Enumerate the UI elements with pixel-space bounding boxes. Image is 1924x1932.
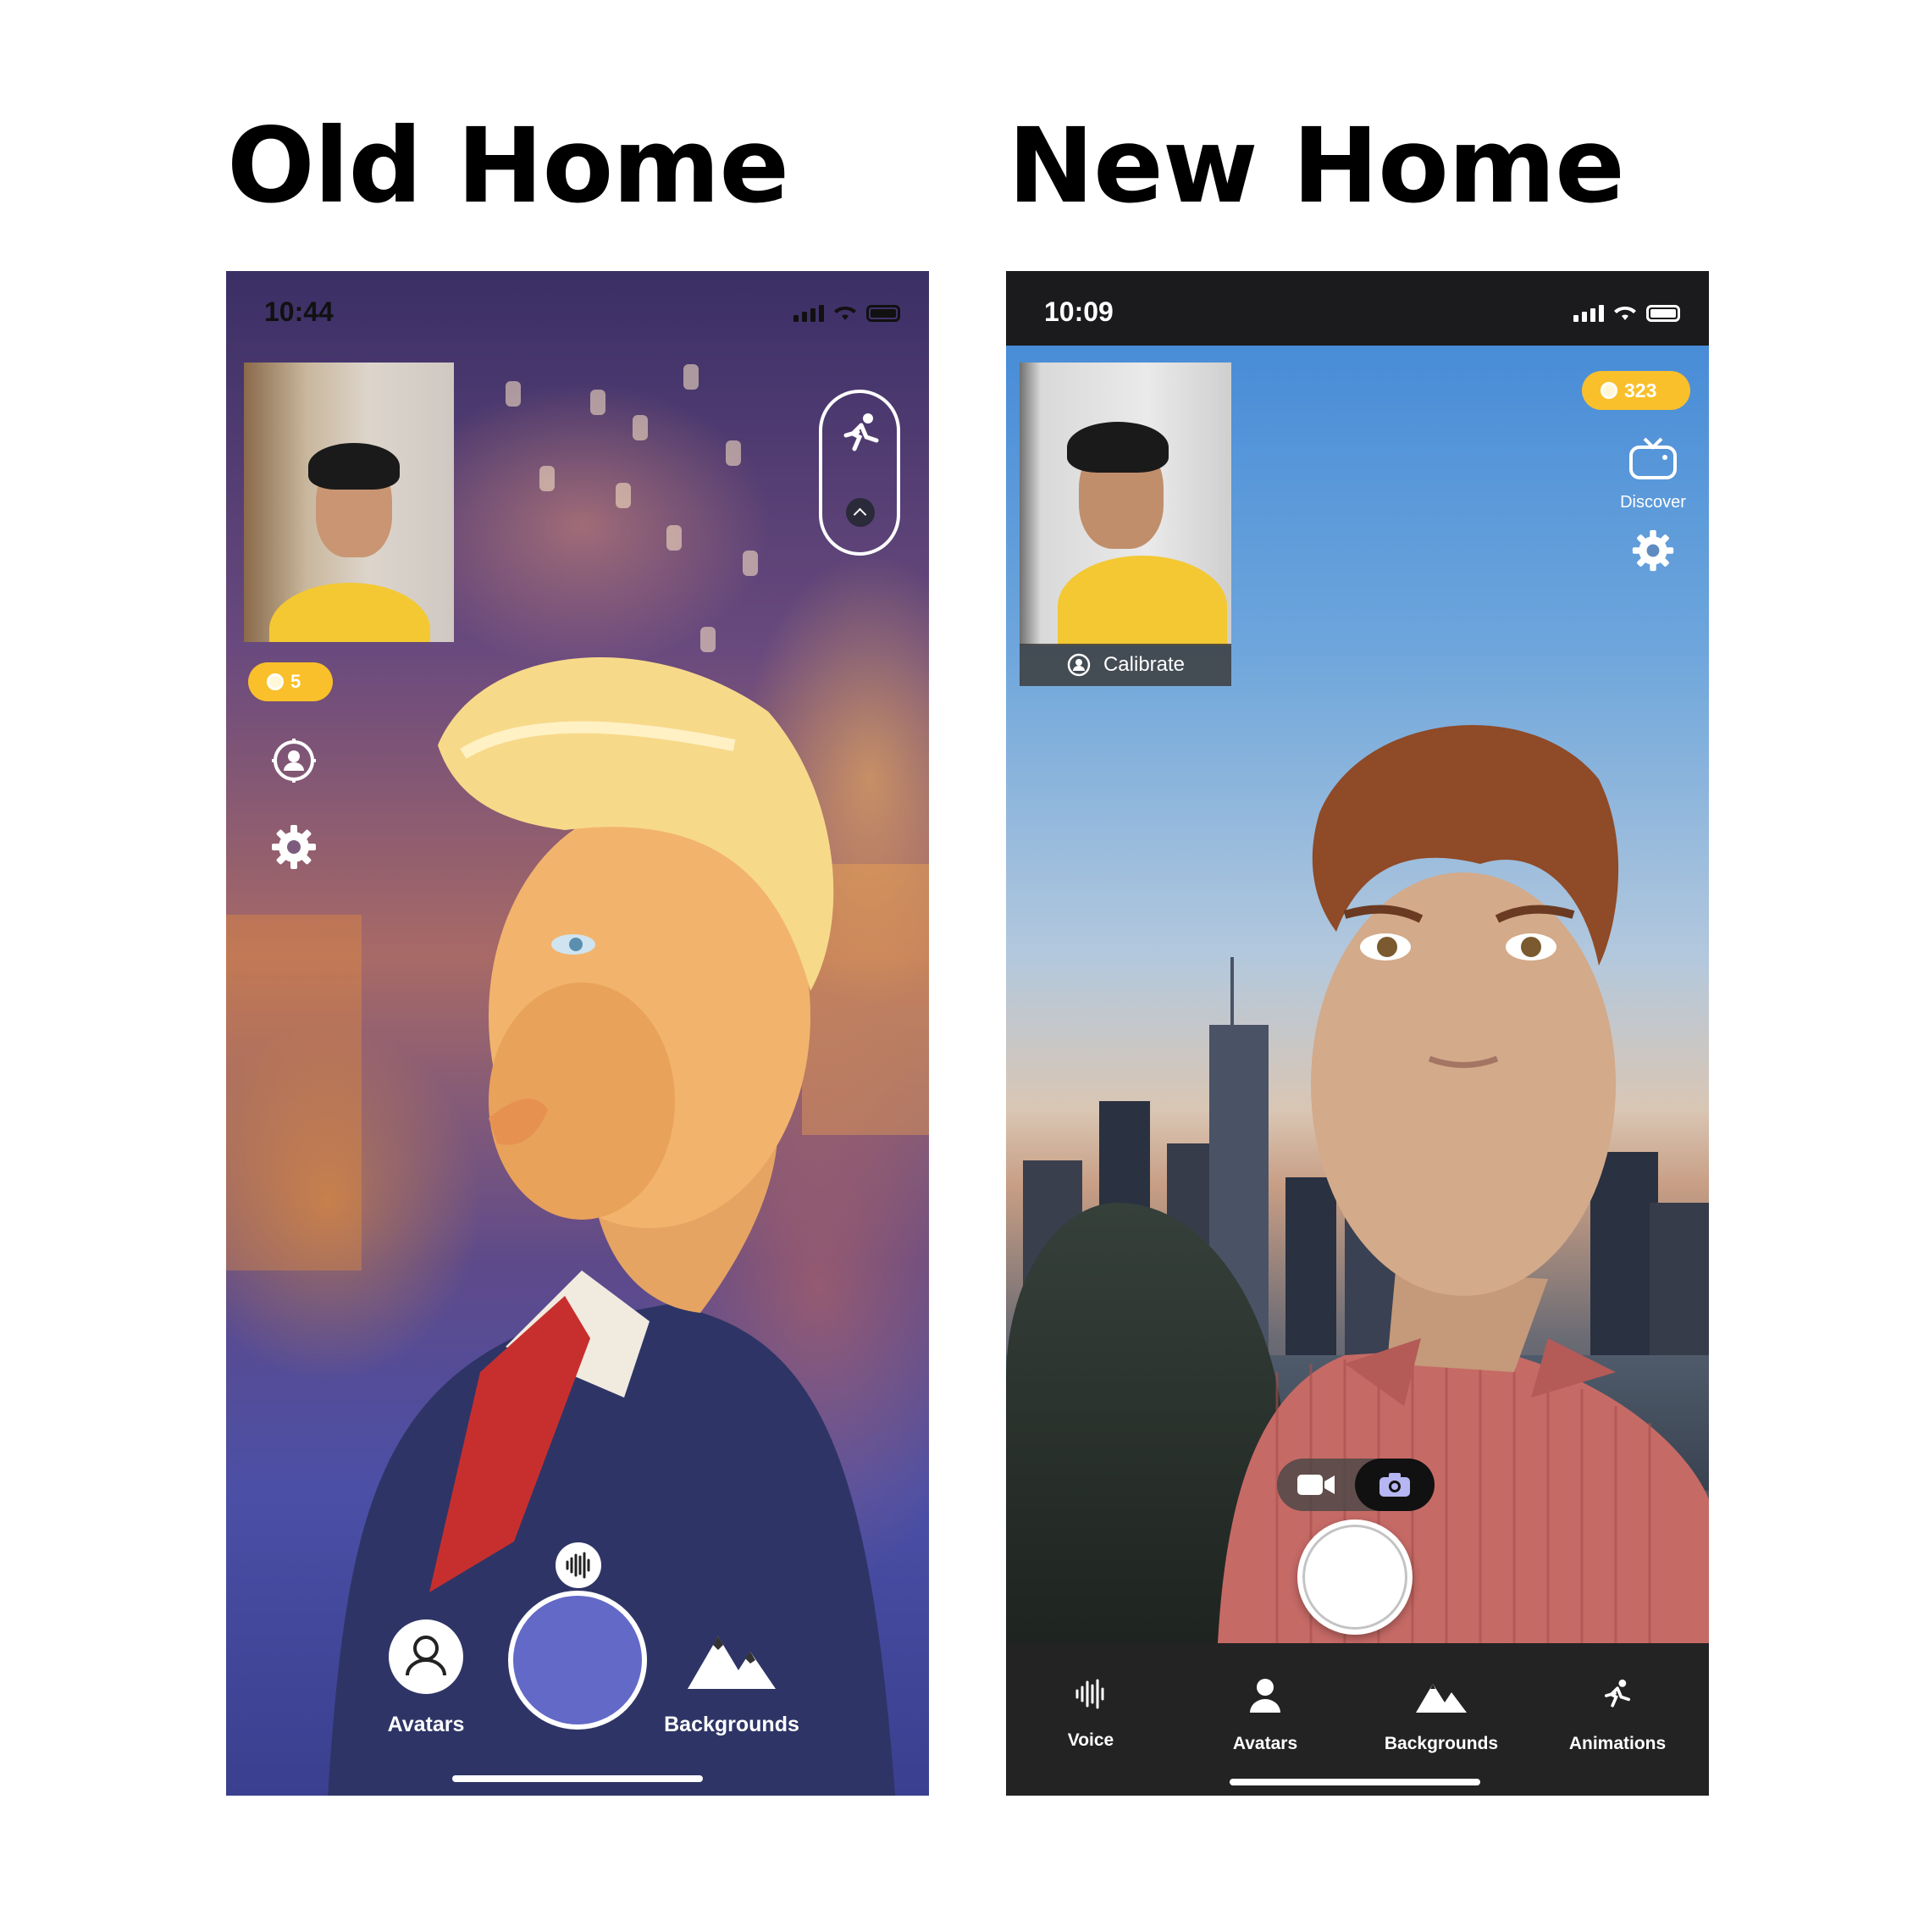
shutter-button[interactable]	[1297, 1520, 1413, 1635]
voice-waveform-icon	[1075, 1679, 1104, 1709]
capture-mode-toggle[interactable]	[1277, 1459, 1435, 1511]
new-home-heading: New Home	[1008, 106, 1625, 226]
coin-balance[interactable]: 323	[1582, 371, 1690, 410]
tv-icon[interactable]	[1628, 437, 1678, 481]
photo-camera-icon	[1379, 1473, 1410, 1497]
mountains-icon[interactable]	[688, 1623, 776, 1691]
coin-count: 323	[1624, 379, 1657, 401]
old-home-heading: Old Home	[227, 106, 789, 226]
calibrate-icon	[1067, 653, 1091, 677]
bottom-tab-bar: Voice Avatars Backgrounds Animations	[1006, 1643, 1709, 1796]
gear-icon[interactable]	[1631, 529, 1675, 573]
new-home-screen: 10:09 Calibrate 323 Discover Voice Avata…	[1006, 271, 1709, 1796]
coin-icon	[1601, 382, 1617, 399]
tab-backgrounds-label: Backgrounds	[1384, 1734, 1499, 1753]
avatars-button[interactable]	[389, 1619, 463, 1694]
video-camera-icon[interactable]	[1296, 1471, 1336, 1498]
tab-animations-label: Animations	[1568, 1734, 1667, 1753]
old-home-screen: 10:44 5 Avatars Backgrounds	[226, 271, 929, 1796]
photo-mode-segment[interactable]	[1355, 1459, 1435, 1511]
tab-voice-label: Voice	[1067, 1730, 1114, 1750]
discover-label: Discover	[1620, 493, 1686, 512]
mountains-icon	[1416, 1684, 1467, 1713]
home-indicator	[1230, 1779, 1480, 1785]
camera-preview[interactable]	[1020, 363, 1231, 645]
avatars-label: Avatars	[387, 1713, 465, 1736]
person-icon	[406, 1636, 446, 1676]
backgrounds-label: Backgrounds	[664, 1713, 799, 1736]
record-button[interactable]	[508, 1591, 647, 1730]
calibrate-label: Calibrate	[1103, 653, 1186, 676]
tab-voice[interactable]: Voice	[1006, 1677, 1175, 1751]
home-indicator	[452, 1775, 703, 1782]
person-icon	[1250, 1679, 1280, 1713]
tab-avatars[interactable]: Avatars	[1180, 1677, 1350, 1754]
tab-avatars-label: Avatars	[1232, 1734, 1298, 1753]
calibrate-button[interactable]: Calibrate	[1020, 644, 1231, 686]
running-figure-icon	[1604, 1679, 1631, 1708]
tab-animations[interactable]: Animations	[1533, 1677, 1702, 1754]
voice-waveform-icon[interactable]	[555, 1542, 602, 1589]
tab-backgrounds[interactable]: Backgrounds	[1357, 1677, 1526, 1754]
